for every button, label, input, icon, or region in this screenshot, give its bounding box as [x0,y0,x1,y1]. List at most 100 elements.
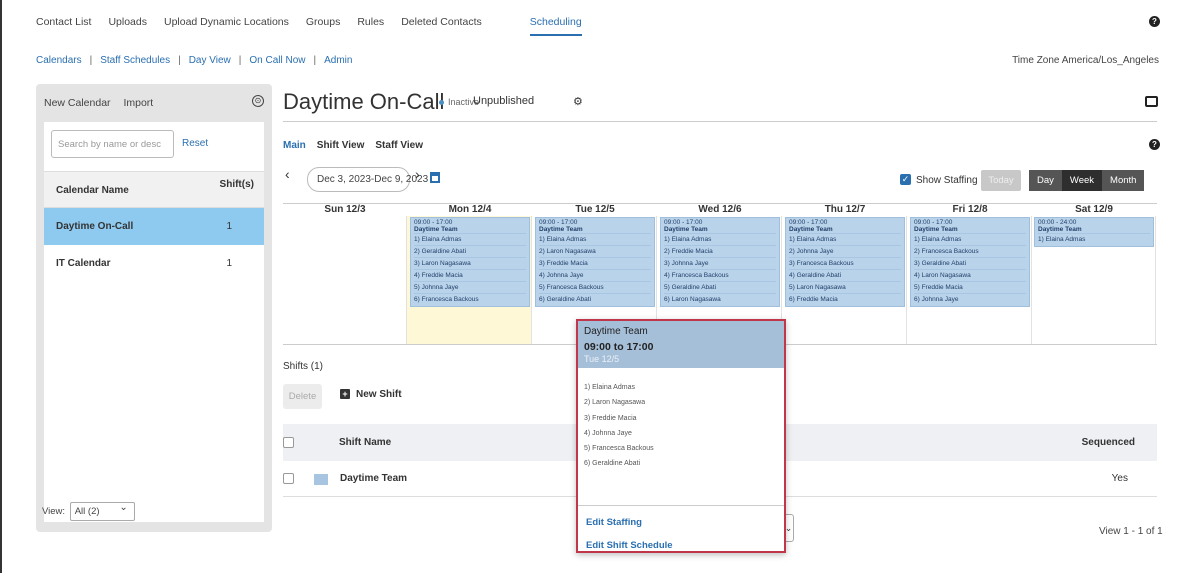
event-team: Daytime Team [1038,226,1082,233]
event-staff: 1) Elaina Admas [914,233,1026,245]
prev-week-icon[interactable]: ‹ [285,166,290,182]
sub-nav: Calendars | Staff Schedules | Day View | On… [36,55,353,66]
pager-text: View 1 - 1 of 1 [1099,526,1163,537]
event-staff: 4) Johnna Jaye [539,269,651,281]
event-staff: 1) Elaina Admas [789,233,901,245]
calendar-list: Search by name or desc Reset Calendar Na… [44,122,264,522]
day-header: Sat 12/9 [1075,204,1113,215]
shift-event[interactable]: 09:00 - 17:00 Daytime Team 1) Elaina Admas… [410,217,530,307]
nav-groups[interactable]: Groups [306,16,340,36]
event-time: 00:00 - 24:00 [1038,219,1077,226]
tab-staff-view[interactable]: Staff View [375,140,423,151]
view-select[interactable]: All (2) [69,502,135,521]
shift-name: Daytime Team [340,473,408,484]
settings-icon[interactable]: ⊙ [252,95,264,107]
shift-event[interactable]: 09:00 - 17:00 Daytime Team 1) Elaina Admas… [785,217,905,307]
panel-actions: New Calendar Import [44,97,163,109]
shift-popup: Daytime Team 09:00 to 17:00 Tue 12/5 1) … [576,319,786,553]
edit-shift-schedule-link[interactable]: Edit Shift Schedule [586,540,673,551]
shift-event[interactable]: 09:00 - 17:00 Daytime Team 1) Elaina Admas… [535,217,655,307]
event-staff: 5) Johnna Jaye [414,281,526,293]
nav-scheduling[interactable]: Scheduling [529,16,582,36]
publish-status: Unpublished [473,95,535,107]
day-column[interactable]: 09:00 - 17:00 Daytime Team 1) Elaina Admas… [908,216,1032,344]
col-shifts[interactable]: Shift(s) [220,179,254,190]
list-item: 4) Johnna Jaye [584,429,632,437]
event-staff: 6) Johnna Jaye [914,293,1026,305]
month-button[interactable]: Month [1102,170,1145,191]
reset-link[interactable]: Reset [182,138,208,149]
day-column[interactable]: 09:00 - 17:00 Daytime Team 1) Elaina Admas… [408,216,532,344]
day-header: Thu 12/7 [824,204,866,215]
nav-deleted-contacts[interactable]: Deleted Contacts [401,16,482,36]
calendar-row-selected[interactable]: Daytime On-Call 1 [44,208,264,245]
event-staff: 6) Francesca Backous [414,293,526,305]
nav-uploads[interactable]: Uploads [108,16,147,36]
event-team: Daytime Team [539,226,583,233]
show-staffing-checkbox[interactable]: ✓ [900,174,911,185]
new-calendar-link[interactable]: New Calendar [44,97,111,109]
event-time: 09:00 - 17:00 [414,219,453,226]
subnav-calendars[interactable]: Calendars [36,55,82,66]
select-all-checkbox[interactable] [283,437,294,448]
page-title: Daytime On-Call [283,89,445,114]
event-staff: 4) Francesca Backous [664,269,776,281]
row-checkbox[interactable] [283,473,294,484]
next-week-icon[interactable]: › [415,166,420,182]
top-nav: Contact List Uploads Upload Dynamic Loca… [36,16,599,36]
delete-button[interactable]: Delete [283,384,322,409]
nav-rules[interactable]: Rules [357,16,384,36]
event-staff: 2) Geraldine Abati [414,245,526,257]
edit-staffing-link[interactable]: Edit Staffing [586,517,642,528]
day-column[interactable]: 00:00 - 24:00 Daytime Team 1) Elaina Admas [1032,216,1156,344]
shift-event[interactable]: 00:00 - 24:00 Daytime Team 1) Elaina Admas [1034,217,1154,247]
shift-event[interactable]: 09:00 - 17:00 Daytime Team 1) Elaina Admas… [910,217,1030,307]
day-header: Sun 12/3 [324,204,366,215]
event-staff: 6) Geraldine Abati [539,293,651,305]
day-column[interactable] [283,216,407,344]
nav-contact-list[interactable]: Contact List [36,16,91,36]
today-button[interactable]: Today [981,170,1021,191]
tab-shift-view[interactable]: Shift View [317,140,365,151]
calendar-row[interactable]: IT Calendar 1 [44,245,264,282]
event-staff: 1) Elaina Admas [1038,233,1150,245]
new-shift-button[interactable]: New Shift [340,389,402,400]
event-staff: 3) Francesca Backous [789,257,901,269]
time-zone-label: Time Zone America/Los_Angeles [1012,55,1159,66]
nav-upload-dynamic-locations[interactable]: Upload Dynamic Locations [164,16,289,36]
tab-main[interactable]: Main [283,140,306,151]
event-staff: 5) Francesca Backous [539,281,651,293]
calendar-icon[interactable] [430,172,440,183]
list-item: 1) Elaina Admas [584,384,635,391]
view-tabs: Main Shift View Staff View [283,140,434,151]
import-link[interactable]: Import [123,97,153,109]
day-column[interactable]: 09:00 - 17:00 Daytime Team 1) Elaina Admas… [783,216,907,344]
event-staff: 2) Laron Nagasawa [539,245,651,257]
event-staff: 1) Elaina Admas [414,233,526,245]
event-staff: 5) Freddie Macia [914,281,1026,293]
popup-team: Daytime Team [584,326,648,337]
date-range-input[interactable]: Dec 3, 2023-Dec 9, 2023 [307,167,428,192]
show-staffing-label: Show Staffing [916,175,978,186]
list-item: 3) Freddie Macia [584,414,637,422]
shift-count: 1 [226,221,232,232]
help-icon[interactable]: ? [1149,139,1160,150]
subnav-on-call-now[interactable]: On Call Now [249,55,305,66]
printer-icon[interactable] [1145,96,1158,107]
help-icon[interactable]: ? [1149,16,1160,27]
event-time: 09:00 - 17:00 [664,219,703,226]
shift-event[interactable]: 09:00 - 17:00 Daytime Team 1) Elaina Admas… [660,217,780,307]
col-calendar-name[interactable]: Calendar Name [56,185,129,196]
event-team: Daytime Team [789,226,833,233]
search-input[interactable]: Search by name or desc [51,130,174,158]
week-button[interactable]: Week [1061,170,1103,191]
event-staff: 3) Freddie Macia [539,257,651,269]
day-button[interactable]: Day [1029,170,1062,191]
day-header: Tue 12/5 [575,204,615,215]
subnav-day-view[interactable]: Day View [189,55,231,66]
subnav-staff-schedules[interactable]: Staff Schedules [100,55,170,66]
subnav-admin[interactable]: Admin [324,55,352,66]
gear-icon[interactable]: ⚙ [573,95,583,108]
col-shift-name: Shift Name [339,437,392,448]
col-sequenced: Sequenced [1081,437,1135,448]
